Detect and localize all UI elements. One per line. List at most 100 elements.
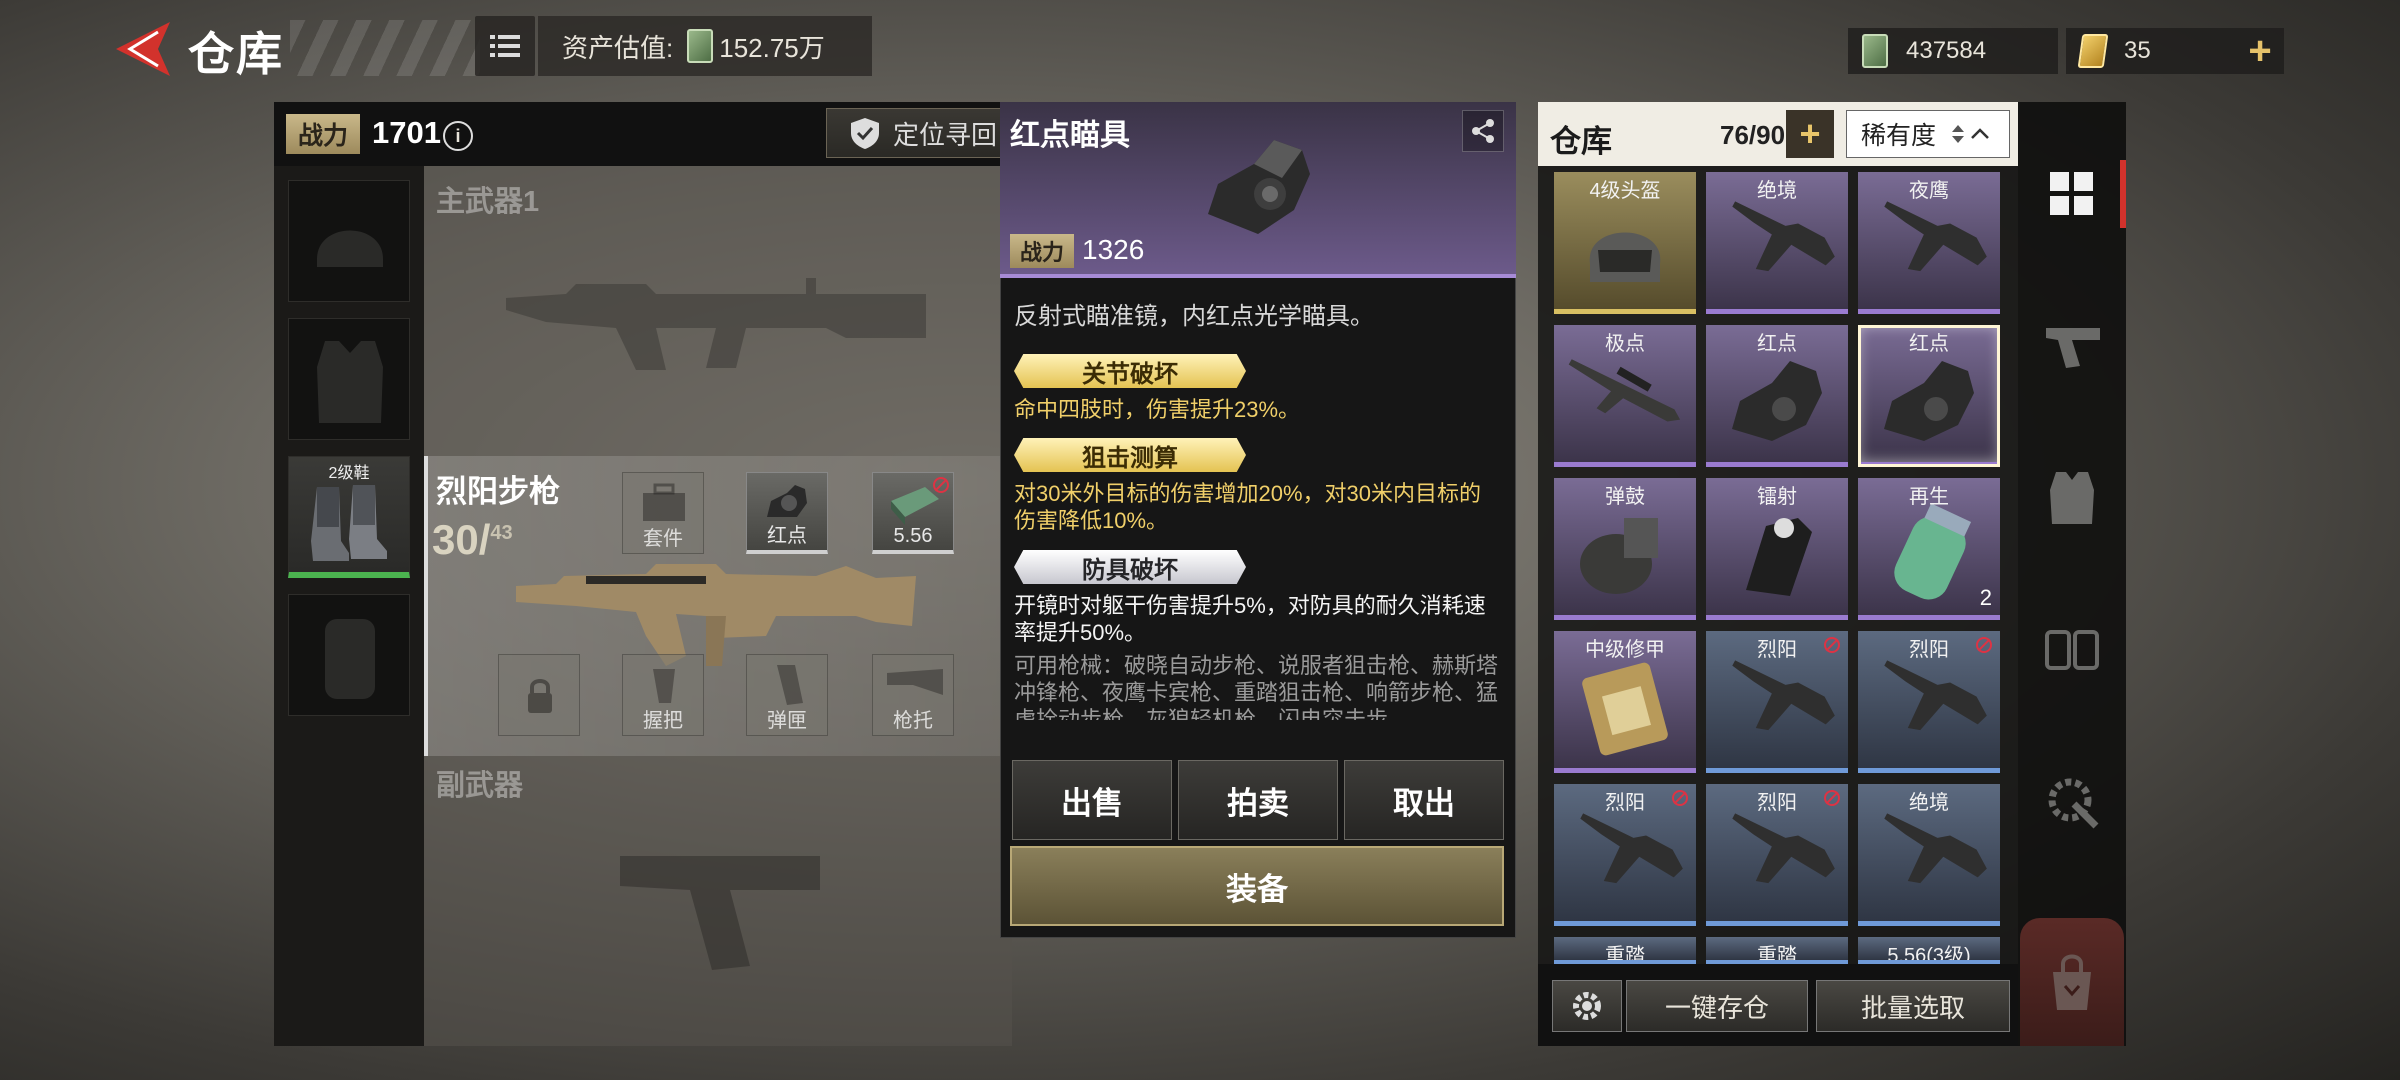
sort-arrows-icon xyxy=(1952,125,1989,143)
attachment-slot-locked[interactable] xyxy=(498,654,580,736)
expand-inventory-button[interactable]: + xyxy=(1786,110,1834,158)
item-name: 红点瞄具 xyxy=(1010,119,1130,152)
inventory-item[interactable]: 烈阳 xyxy=(1554,784,1696,926)
item-label: 极点 xyxy=(1605,333,1645,355)
attachment-slot-magazine[interactable]: 弹匣 xyxy=(746,654,828,736)
locate-recover-button[interactable]: 定位寻回 xyxy=(826,108,1012,158)
equip-button[interactable]: 装备 xyxy=(1010,846,1504,926)
store-all-button[interactable]: 一键存仓 xyxy=(1626,980,1808,1032)
category-all-button[interactable] xyxy=(2040,162,2104,226)
batch-select-button[interactable]: 批量选取 xyxy=(1816,980,2010,1032)
attachment-slot-grip[interactable]: 握把 xyxy=(622,654,704,736)
cash-balance: 437584 xyxy=(1848,28,2058,74)
attachment-label: 握把 xyxy=(643,710,683,732)
perk-tag: 狙击测算 xyxy=(1014,438,1246,472)
back-button[interactable] xyxy=(108,14,178,84)
take-out-button[interactable]: 取出 xyxy=(1344,760,1504,840)
share-button[interactable] xyxy=(1462,110,1504,152)
backpack-slot[interactable] xyxy=(288,594,410,716)
attachment-label: 5.56 xyxy=(893,525,933,547)
item-power-value: 1326 xyxy=(1082,234,1145,265)
item-quantity: 2 xyxy=(1979,585,1992,610)
item-label: 夜鹰 xyxy=(1909,180,1949,202)
item-label: 再生 xyxy=(1909,486,1949,508)
inventory-item[interactable]: 红点 xyxy=(1858,325,2000,467)
shop-bag-button[interactable] xyxy=(2020,918,2124,1046)
restricted-icon xyxy=(1824,637,1840,653)
restricted-icon xyxy=(1976,637,1992,653)
weapon-name: 烈阳步枪 xyxy=(436,474,560,509)
inventory-item[interactable]: 5.56(3级) xyxy=(1858,937,2000,965)
item-label: 绝境 xyxy=(1909,792,1949,814)
inventory-item[interactable]: 中级修甲 xyxy=(1554,631,1696,773)
gold-coin-icon xyxy=(2077,34,2109,68)
item-label: 4级头盔 xyxy=(1589,180,1661,202)
inventory-item[interactable]: 重踏 xyxy=(1706,937,1848,965)
attachment-label: 枪托 xyxy=(893,710,933,732)
inventory-item[interactable]: 烈阳 xyxy=(1706,784,1848,926)
compatible-weapons-text: 可用枪械：破晓自动步枪、说服者狙击枪、赫斯塔冲锋枪、夜鹰卡宾枪、重踏狙击枪、响箭… xyxy=(1014,653,1499,720)
perk-text: 对30米外目标的伤害增加20%，对30米内目标的伤害降低10%。 xyxy=(1014,481,1481,533)
list-icon xyxy=(490,35,520,57)
inventory-item[interactable]: 极点 xyxy=(1554,325,1696,467)
item-label: 镭射 xyxy=(1757,486,1797,508)
inventory-item[interactable]: 红点 xyxy=(1706,325,1848,467)
inventory-item[interactable]: 烈阳 xyxy=(1858,631,2000,773)
category-weapons-button[interactable] xyxy=(2040,314,2104,378)
menu-button[interactable] xyxy=(475,16,535,76)
pistol-icon xyxy=(2046,328,2100,368)
helmet-slot[interactable] xyxy=(288,180,410,302)
asset-label: 资产估值: xyxy=(562,32,674,63)
inventory-item[interactable]: 4级头盔 xyxy=(1554,172,1696,314)
wrench-gear-icon xyxy=(2048,778,2099,829)
sell-button[interactable]: 出售 xyxy=(1012,760,1172,840)
auction-button[interactable]: 拍卖 xyxy=(1178,760,1338,840)
inventory-item[interactable]: 夜鹰 xyxy=(1858,172,2000,314)
boots-slot[interactable]: 2级鞋 xyxy=(288,456,410,578)
category-armor-button[interactable] xyxy=(2040,466,2104,530)
attachment-slot-ammo[interactable]: 5.56 xyxy=(872,472,954,554)
inventory-item[interactable]: 弹鼓 xyxy=(1554,478,1696,620)
ammo-max: 43 xyxy=(490,522,513,544)
perk-tag: 防具破坏 xyxy=(1014,550,1246,584)
sort-label: 稀有度 xyxy=(1861,122,1937,150)
item-label: 重踏 xyxy=(1605,945,1645,965)
add-gold-button[interactable]: + xyxy=(2236,28,2284,74)
share-icon xyxy=(1472,119,1494,143)
power-tag: 战力 xyxy=(286,114,360,154)
sort-select[interactable]: 稀有度 xyxy=(1846,110,2010,158)
red-dot-sight-icon xyxy=(1208,140,1310,234)
restricted-icon xyxy=(933,477,949,493)
item-description: 反射式瞄准镜，内红点光学瞄具。 xyxy=(1014,303,1374,330)
inventory-item[interactable]: 重踏 xyxy=(1554,937,1696,965)
inventory-item[interactable]: 镭射 xyxy=(1706,478,1848,620)
attachment-label: 套件 xyxy=(643,528,683,550)
inventory-item[interactable]: 再生 2 xyxy=(1858,478,2000,620)
vest-slot[interactable] xyxy=(288,318,410,440)
primary-weapon-label: 主武器1 xyxy=(436,186,540,218)
inventory-item[interactable]: 烈阳 xyxy=(1706,631,1848,773)
attachment-slot-optic[interactable]: 红点 xyxy=(746,472,828,554)
asset-value: 152.75万 xyxy=(719,32,825,63)
inventory-item[interactable]: 绝境 xyxy=(1858,784,2000,926)
backpack-icon xyxy=(325,619,375,699)
category-parts-button[interactable] xyxy=(2040,618,2104,682)
attachment-slot-kit[interactable]: 套件 xyxy=(622,472,704,554)
item-label: 绝境 xyxy=(1757,180,1797,202)
inventory-item[interactable]: 绝境 xyxy=(1706,172,1848,314)
info-icon[interactable]: i xyxy=(443,121,473,151)
restricted-icon xyxy=(1824,790,1840,806)
inventory-capacity: 76/90 xyxy=(1720,120,1786,150)
item-power-tag: 战力 xyxy=(1010,234,1074,268)
gear-parts-icon xyxy=(2045,630,2099,670)
title-decoration xyxy=(290,20,480,76)
gold-value: 35 xyxy=(2124,37,2151,64)
perk-tag: 关节破坏 xyxy=(1014,354,1246,388)
lock-icon xyxy=(528,679,552,713)
perk-text: 命中四肢时，伤害提升23%。 xyxy=(1014,397,1301,422)
category-tools-button[interactable] xyxy=(2040,770,2104,834)
cash-value: 437584 xyxy=(1906,37,1987,64)
attachment-slot-stock[interactable]: 枪托 xyxy=(872,654,954,736)
ammo-current: 30/ xyxy=(432,516,491,563)
inventory-settings-button[interactable] xyxy=(1552,980,1622,1032)
